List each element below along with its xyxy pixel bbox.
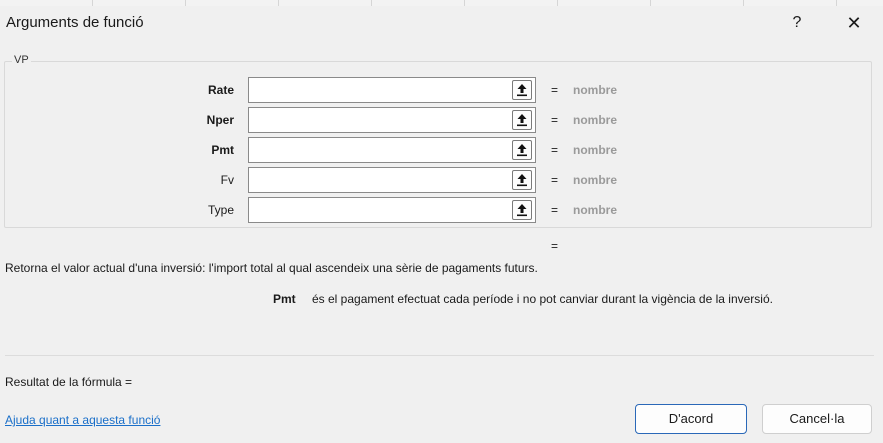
formula-result-label: Resultat de la fórmula = [5,375,133,389]
ref-button-rate[interactable] [512,80,532,100]
arg-result-nper: nombre [573,113,618,127]
arg-field-fv[interactable] [248,167,536,193]
arg-field-pmt[interactable] [248,137,536,163]
arg-result-fv: nombre [573,173,618,187]
arg-row-type: Type = nombre [0,197,883,223]
ref-button-pmt[interactable] [512,140,532,160]
function-result-equals: = [551,239,559,253]
arg-label-rate: Rate [207,83,234,97]
arg-field-type[interactable] [248,197,536,223]
arg-result-rate: nombre [573,83,618,97]
arg-row-nper: Nper = nombre [0,107,883,133]
arg-equals-fv: = [551,173,559,187]
arg-label-fv: Fv [220,173,234,187]
divider [5,355,874,356]
ok-button[interactable]: D'acord [635,404,747,434]
collapse-arrow-icon [517,84,527,97]
arg-result-pmt: nombre [573,143,618,157]
arg-result-type: nombre [573,203,618,217]
arg-row-rate: Rate = nombre [0,77,883,103]
dialog-title: Arguments de funció [6,14,144,31]
close-icon: ✕ [846,13,862,33]
arg-equals-nper: = [551,113,559,127]
cancel-button[interactable]: Cancel·la [762,404,872,434]
spreadsheet-grid-strip [0,0,883,6]
arg-row-fv: Fv = nombre [0,167,883,193]
ref-button-fv[interactable] [512,170,532,190]
collapse-arrow-icon [517,204,527,217]
help-button[interactable]: ? [786,10,808,36]
arg-equals-type: = [551,203,559,217]
arg-field-rate[interactable] [248,77,536,103]
current-param-name: Pmt [273,292,296,306]
collapse-arrow-icon [517,114,527,127]
current-param-description: és el pagament efectuat cada període i n… [312,292,773,306]
arg-input-nper[interactable] [249,108,507,132]
ref-button-type[interactable] [512,200,532,220]
arg-label-type: Type [207,203,234,217]
collapse-arrow-icon [517,144,527,157]
arg-equals-pmt: = [551,143,559,157]
function-name-label: VP [12,54,31,66]
arg-equals-rate: = [551,83,559,97]
arg-input-fv[interactable] [249,168,507,192]
collapse-arrow-icon [517,174,527,187]
arg-label-nper: Nper [206,113,234,127]
ref-button-nper[interactable] [512,110,532,130]
arg-input-type[interactable] [249,198,507,222]
arg-input-rate[interactable] [249,78,507,102]
function-help-link[interactable]: Ajuda quant a aquesta funció [5,413,160,427]
arg-row-pmt: Pmt = nombre [0,137,883,163]
arg-field-nper[interactable] [248,107,536,133]
function-description: Retorna el valor actual d'una inversió: … [5,261,538,275]
arg-input-pmt[interactable] [249,138,507,162]
close-button[interactable]: ✕ [840,10,868,36]
arg-label-pmt: Pmt [211,143,234,157]
